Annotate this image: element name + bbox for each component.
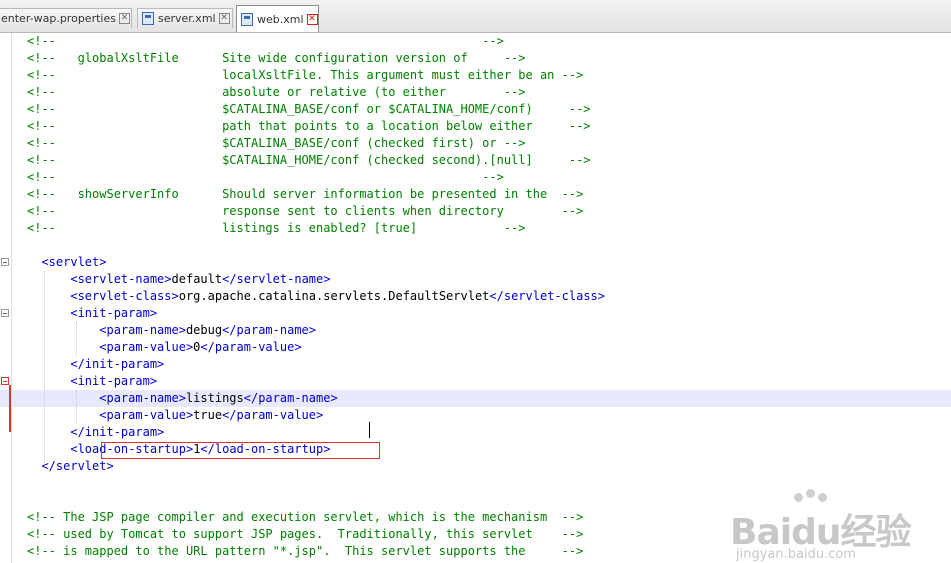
code-line[interactable]: <!-- $CATALINA_HOME/conf (checked second… [0,152,951,169]
code-line-text: <init-param> [70,374,158,388]
code-line-text: <!-- The JSP page compiler and execution… [27,510,584,524]
code-line-text: <!-- path that points to a location belo… [27,119,591,133]
code-line-text: <param-value>true</param-value> [99,408,324,422]
change-marker [9,385,11,432]
code-line[interactable]: </servlet> [0,458,951,475]
watermark-url: jingyan.baidu.com [736,547,856,562]
code-editor[interactable]: <!-- --> <!-- globalXsltFile Site wide co… [0,33,951,563]
code-line-text: <!-- globalXsltFile Site wide configurat… [27,51,526,65]
fold-toggle-icon[interactable] [1,377,9,385]
paw-icon [794,493,803,502]
code-line-text: </init-param> [70,357,165,371]
code-line[interactable]: <param-value>0</param-value> [0,339,951,356]
text-caret [369,422,370,438]
code-line[interactable]: <!-- absolute or relative (to either --> [0,84,951,101]
code-line[interactable]: <servlet-name>default</servlet-name> [0,271,951,288]
code-line[interactable]: <!-- --> [0,33,951,50]
close-icon[interactable]: ✕ [218,13,230,24]
code-line-text: <servlet-class>org.apache.catalina.servl… [70,289,605,303]
code-line-text: <!-- showServerInfo Should server inform… [27,187,584,201]
tab-label: enter-wap.properties [1,12,116,25]
code-line-text: <!-- --> [27,170,504,184]
code-line[interactable]: <servlet-class>org.apache.catalina.servl… [0,288,951,305]
highlight-box [101,442,380,459]
code-line-text: <init-param> [70,306,158,320]
editor-tab-bar: enter-wap.properties ✕ server.xml ✕ web.… [0,0,951,33]
code-line-text: <servlet> [41,255,107,269]
code-line[interactable]: </init-param> [0,356,951,373]
save-file-icon [241,12,253,26]
code-line[interactable]: <!-- showServerInfo Should server inform… [0,186,951,203]
code-line-text: <!-- used by Tomcat to support JSP pages… [27,527,584,541]
code-line-text: <!-- response sent to clients when direc… [27,204,584,218]
code-line[interactable]: <init-param> [0,305,951,322]
code-line-text: <!-- absolute or relative (to either --> [27,85,526,99]
save-file-icon [142,12,154,25]
indent-guide [76,322,77,356]
code-line-text: <!-- --> [27,34,504,48]
tab-enter-wap-properties[interactable]: enter-wap.properties ✕ [0,8,132,28]
code-line[interactable]: <!-- response sent to clients when direc… [0,203,951,220]
code-line-text: <param-name>listings</param-name> [99,391,338,405]
tab-label: web.xml [257,12,304,26]
indent-guide [76,390,77,424]
tab-web-xml[interactable]: web.xml ✕ [236,5,319,32]
fold-toggle-icon[interactable] [1,258,9,266]
watermark: Baidu经验 jingyan.baidu.com [730,489,911,562]
tab-label: server.xml [158,12,216,25]
code-line-text: <param-value>0</param-value> [99,340,302,354]
code-line-text: <servlet-name>default</servlet-name> [70,272,331,286]
code-line-text: <param-name>debug</param-name> [99,323,316,337]
code-line[interactable]: <!-- path that points to a location belo… [0,118,951,135]
code-line[interactable]: <!-- globalXsltFile Site wide configurat… [0,50,951,67]
code-line[interactable]: <!-- listings is enabled? [true] --> [0,220,951,237]
code-line-text: </init-param> [70,425,165,439]
code-line[interactable]: <!-- $CATALINA_BASE/conf or $CATALINA_HO… [0,101,951,118]
close-icon[interactable]: ✕ [118,13,130,24]
code-line-text: <!-- is mapped to the URL pattern "*.jsp… [27,544,584,558]
code-line-text: <!-- $CATALINA_HOME/conf (checked second… [27,153,591,167]
code-line[interactable]: <param-name>debug</param-name> [0,322,951,339]
code-line[interactable]: </init-param> [0,424,951,441]
code-line[interactable] [0,237,951,254]
paw-icon [818,493,827,502]
close-icon[interactable]: ✕ [306,13,318,25]
code-line-text: <!-- localXsltFile. This argument must e… [27,68,584,82]
code-line[interactable]: <servlet> [0,254,951,271]
code-line[interactable]: <!-- --> [0,169,951,186]
code-line[interactable]: <param-name>listings</param-name> [0,390,951,407]
code-line-text: </servlet> [41,459,114,473]
fold-toggle-icon[interactable] [1,309,9,317]
code-line[interactable]: <!-- $CATALINA_BASE/conf (checked first)… [0,135,951,152]
code-line-text: <!-- listings is enabled? [true] --> [27,221,526,235]
code-line-text: <!-- $CATALINA_BASE/conf or $CATALINA_HO… [27,102,591,116]
code-line-text: <!-- $CATALINA_BASE/conf (checked first)… [27,136,526,150]
code-line[interactable]: <param-value>true</param-value> [0,407,951,424]
code-line[interactable]: <!-- localXsltFile. This argument must e… [0,67,951,84]
paw-icon [806,489,815,498]
tab-server-xml[interactable]: server.xml ✕ [137,8,233,28]
indent-guide [44,271,45,463]
code-line[interactable]: <init-param> [0,373,951,390]
